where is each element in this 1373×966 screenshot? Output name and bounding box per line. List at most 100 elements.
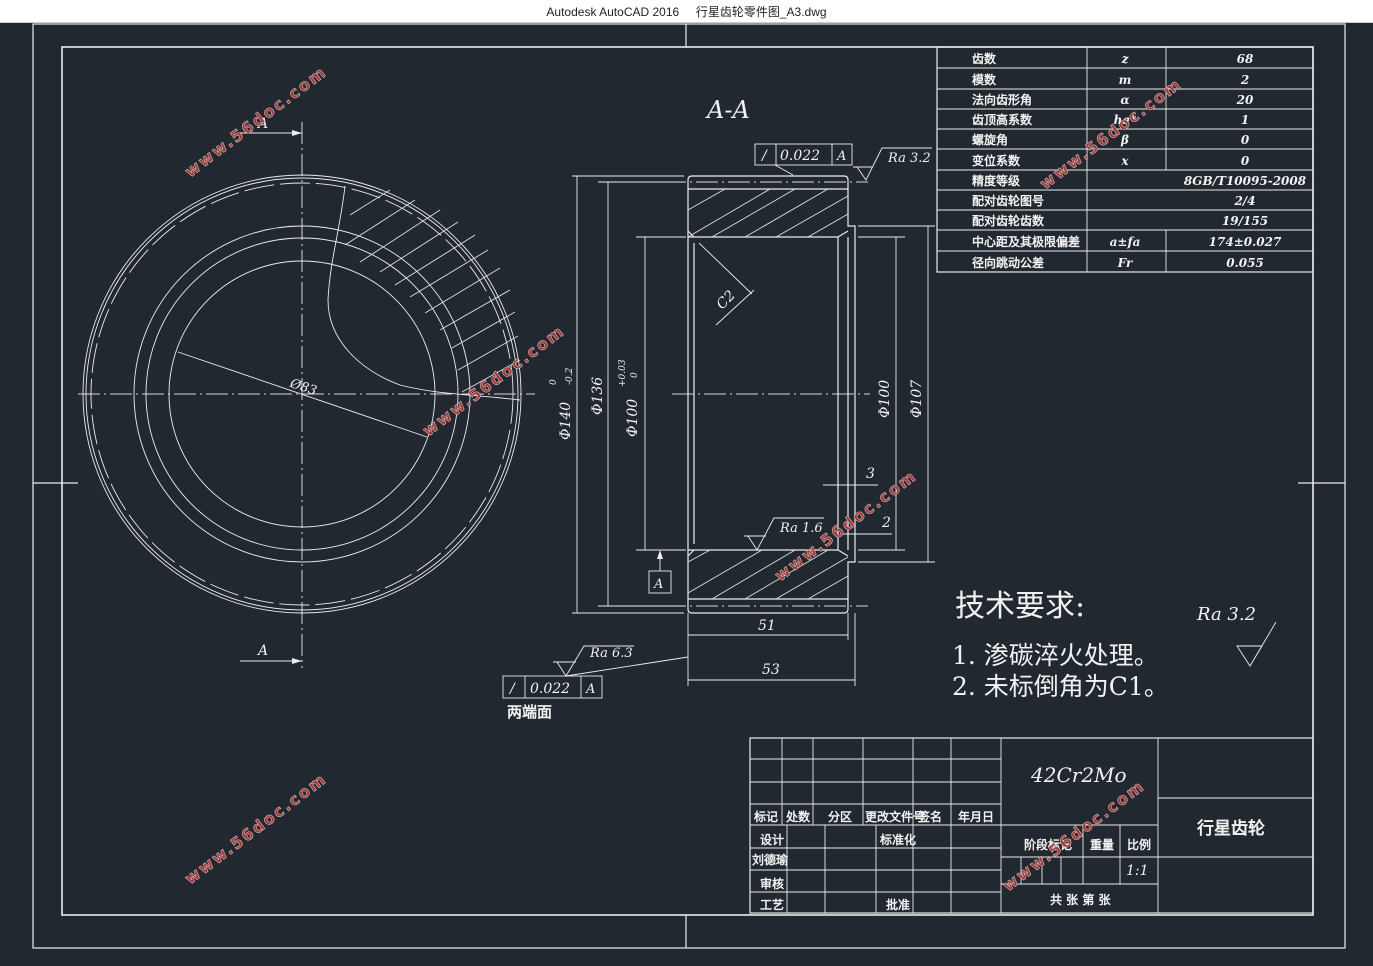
param-value: 2 xyxy=(1240,73,1249,87)
technical-requirements: 技术要求: 1. 渗碳淬火处理。 2. 未标倒角为C1。 Ra 3.2 xyxy=(952,589,1277,701)
roughness-top: Ra 3.2 xyxy=(853,147,932,181)
svg-text:A: A xyxy=(836,149,846,164)
dim-3: 3 xyxy=(866,466,875,482)
svg-text:设计: 设计 xyxy=(760,832,784,847)
svg-text:www.56doc.com: www.56doc.com xyxy=(1036,74,1185,193)
tech-req-item: 2. 未标倒角为C1。 xyxy=(952,672,1169,701)
dim-d100: Φ100 xyxy=(877,380,893,418)
param-row: 变位系数 x 0 xyxy=(937,148,1313,170)
tech-req-item: 1. 渗碳淬火处理。 xyxy=(952,641,1159,670)
param-row: 中心距及其极限偏差 a±fa 174±0.027 xyxy=(937,229,1313,251)
param-row: 精度等级 8GB/T10095-2008 xyxy=(937,169,1313,188)
param-value: 0 xyxy=(1241,154,1250,168)
dim-d140-tol-up: 0 xyxy=(549,379,559,385)
svg-text:www.56doc.com: www.56doc.com xyxy=(181,62,330,181)
section-title: A-A xyxy=(705,96,750,124)
drawing-frame xyxy=(32,23,1346,949)
param-name: 法向齿形角 xyxy=(972,92,1032,107)
param-symbol: z xyxy=(1121,52,1130,66)
face-note: 两端面 xyxy=(507,703,552,721)
gear-parameter-table: 齿数 z 68模数 m 2法向齿形角 α 20齿顶高系数 ha* 1螺旋角 β 0变位系数 x 0精度等… xyxy=(936,46,1314,273)
param-symbol: a±fa xyxy=(1110,235,1141,249)
dim-d140-tol-low: -0.2 xyxy=(565,367,575,385)
param-value: 68 xyxy=(1237,52,1254,66)
param-row: 齿数 z 68 xyxy=(972,47,1254,68)
param-value: 174±0.027 xyxy=(1209,235,1282,249)
dim-d100-tol-low: 0 xyxy=(630,372,640,378)
svg-text:刘德瑜: 刘德瑜 xyxy=(752,852,789,867)
part-name: 行星齿轮 xyxy=(1196,818,1265,839)
param-value: 0 xyxy=(1241,133,1250,147)
dim-d140: Φ140 xyxy=(558,402,574,440)
bore-dim: Ø83 xyxy=(287,376,318,399)
tech-req-title: 技术要求: xyxy=(955,589,1085,624)
svg-text:处数: 处数 xyxy=(785,809,811,824)
svg-text:审核: 审核 xyxy=(760,876,784,891)
general-roughness: Ra 3.2 xyxy=(1196,604,1256,625)
param-name: 配对齿轮齿数 xyxy=(972,213,1045,228)
param-name: 模数 xyxy=(972,72,997,87)
svg-text:A: A xyxy=(585,682,595,697)
dim-d136: Φ136 xyxy=(590,377,606,415)
dim-chamfer: C2 xyxy=(714,288,739,313)
param-row: 法向齿形角 α 20 xyxy=(937,88,1313,109)
param-name: 齿数 xyxy=(972,51,997,66)
title-block: 42Cr2Mo 行星齿轮 标记 处数 分区 更改文件号 签名 年月日 设计 标准… xyxy=(749,737,1314,914)
svg-text:分区: 分区 xyxy=(828,809,852,824)
svg-text:0.022: 0.022 xyxy=(780,148,820,164)
param-row: 配对齿轮齿数 19/155 xyxy=(937,209,1313,228)
svg-text:年月日: 年月日 xyxy=(958,809,994,824)
dim-width-51: 51 xyxy=(758,618,776,634)
roughness-face: Ra 6.3 xyxy=(553,645,689,677)
dim-d107: Φ107 xyxy=(909,380,925,418)
svg-text:0.022: 0.022 xyxy=(530,681,570,697)
svg-text:批准: 批准 xyxy=(886,897,910,912)
param-symbol: x xyxy=(1120,154,1129,168)
param-name: 变位系数 xyxy=(972,153,1021,168)
svg-text:签名: 签名 xyxy=(917,809,942,824)
param-name: 精度等级 xyxy=(972,173,1020,188)
dim-d100-tol-up: +0.03 xyxy=(618,359,628,387)
svg-text:更改文件号: 更改文件号 xyxy=(865,809,925,824)
material: 42Cr2Mo xyxy=(1030,763,1127,787)
front-hatch xyxy=(344,189,521,393)
param-value: 0.055 xyxy=(1226,256,1264,270)
param-name: 配对齿轮图号 xyxy=(972,193,1044,208)
svg-text:www.56doc.com: www.56doc.com xyxy=(181,769,330,888)
param-symbol: m xyxy=(1119,73,1132,87)
param-row: 径向跳动公差 Fr 0.055 xyxy=(937,250,1313,272)
param-symbol: Fr xyxy=(1117,256,1134,270)
svg-text:Ra 6.3: Ra 6.3 xyxy=(589,646,633,661)
dim-2: 2 xyxy=(881,515,891,531)
svg-text:Ra 3.2: Ra 3.2 xyxy=(887,151,931,166)
dim-width-53: 53 xyxy=(762,662,780,678)
svg-text:工艺: 工艺 xyxy=(760,897,784,912)
svg-text:Ra 1.6: Ra 1.6 xyxy=(779,521,823,536)
drawing-canvas[interactable]: Ø83 A A A-A Φ140 0 -0.2 Φ136 Φ100 +0.03 … xyxy=(0,23,1373,966)
svg-text:www.56doc.com: www.56doc.com xyxy=(419,321,568,440)
param-value: 20 xyxy=(1236,93,1254,107)
geometric-tolerance-face: / 0.022 A 两端面 xyxy=(502,675,603,721)
svg-text:比例: 比例 xyxy=(1127,837,1151,852)
svg-text:标准化: 标准化 xyxy=(879,832,916,847)
svg-text:共 张 第 张: 共 张 第 张 xyxy=(1050,892,1112,907)
svg-text:标记: 标记 xyxy=(753,809,778,824)
svg-text:重量: 重量 xyxy=(1090,837,1114,852)
svg-text:/: / xyxy=(508,681,516,697)
param-value: 2/4 xyxy=(1233,194,1255,208)
datum-a: A xyxy=(648,550,672,594)
scale-value: 1:1 xyxy=(1126,863,1149,879)
param-value: 1 xyxy=(1241,113,1249,127)
param-value: 8GB/T10095-2008 xyxy=(1184,174,1307,188)
cut-label-bottom: A xyxy=(256,643,268,659)
param-symbol: α xyxy=(1120,93,1129,107)
param-row: 模数 m 2 xyxy=(937,67,1313,89)
geometric-tolerance-top: / 0.022 A xyxy=(754,143,853,176)
svg-text:A: A xyxy=(653,577,663,592)
dim-d100-bore: Φ100 xyxy=(625,399,641,437)
param-name: 螺旋角 xyxy=(972,132,1008,147)
param-name: 径向跳动公差 xyxy=(972,255,1044,270)
section-view: A-A Φ140 0 -0.2 Φ136 Φ100 +0.03 0 Φ100 Φ… xyxy=(502,96,935,721)
window-title-bar: Autodesk AutoCAD 2016 行星齿轮零件图_A3.dwg xyxy=(0,0,1373,23)
param-row: 配对齿轮图号 2/4 xyxy=(937,189,1313,208)
